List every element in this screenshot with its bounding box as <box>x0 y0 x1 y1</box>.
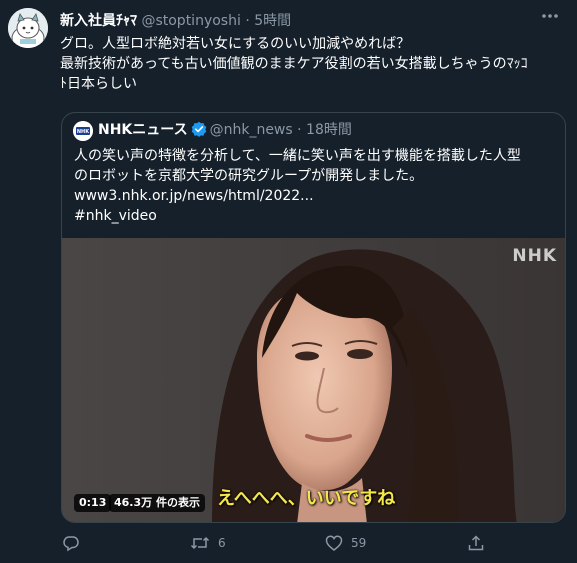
quote-handle[interactable]: @nhk_news <box>210 122 293 138</box>
retweet-icon <box>190 534 210 552</box>
video-player[interactable]: NHK 0:13 46.3万 件の表示 えへへへ、いいですね <box>62 238 565 522</box>
share-button[interactable] <box>467 534 485 552</box>
quote-avatar[interactable]: NHK <box>73 121 93 141</box>
like-count: 59 <box>351 536 367 550</box>
more-options-icon[interactable] <box>537 6 563 26</box>
svg-text:NHK: NHK <box>77 129 90 135</box>
author-avatar[interactable] <box>8 8 48 48</box>
verified-badge-icon <box>191 121 207 143</box>
tweet-text-line: グロ。人型ロボ絶対若い女にするのいい加減やめれば？ <box>60 36 411 52</box>
quote-text-line: のロボットを京都大学の研究グループが開発しました。 <box>74 168 424 184</box>
quote-hashtag[interactable]: #nhk_video <box>74 206 554 226</box>
tweet-text: グロ。人型ロボ絶対若い女にするのいい加減やめれば？ 最新技術があっても古い価値観… <box>60 34 565 94</box>
video-frame <box>62 238 565 522</box>
quote-text-line: 人の笑い声の特徴を分析して、一緒に笑い声を出す機能を搭載した人型 <box>74 148 521 164</box>
like-button[interactable]: 59 <box>325 534 366 552</box>
author-name[interactable]: 新入社員ﾁｬﾏ <box>60 13 137 29</box>
quoted-tweet[interactable]: NHK NHKニュース @nhk_news · 18時間 人の笑い声の特徴を分析… <box>61 112 566 523</box>
video-views-badge: 46.3万 件の表示 <box>109 494 205 512</box>
share-icon <box>467 534 485 552</box>
video-subtitle: えへへへ、いいですね <box>217 488 396 509</box>
heart-icon <box>325 534 343 552</box>
tweet-time[interactable]: 5時間 <box>254 13 291 29</box>
tweet-actions: 6 59 <box>60 534 520 556</box>
quote-header: NHKニュース @nhk_news · 18時間 <box>98 120 352 143</box>
quote-text: 人の笑い声の特徴を分析して、一緒に笑い声を出す機能を搭載した人型 のロボットを京… <box>74 146 554 226</box>
separator-dot: · <box>297 122 302 138</box>
retweet-count: 6 <box>218 536 226 550</box>
author-handle[interactable]: @stoptinyoshi <box>141 13 240 29</box>
quote-link[interactable]: www3.nhk.or.jp/news/html/2022... <box>74 186 554 206</box>
quote-time[interactable]: 18時間 <box>306 122 352 138</box>
quote-author-name[interactable]: NHKニュース <box>98 122 188 138</box>
tweet-text-line: 最新技術があっても古い価値観のままケア役割の若い女搭載しちゃうのﾏｯｺ <box>60 56 528 72</box>
nhk-watermark: NHK <box>512 246 557 266</box>
reply-button[interactable] <box>62 534 88 552</box>
retweet-button[interactable]: 6 <box>190 534 226 552</box>
separator-dot: · <box>245 13 250 29</box>
video-duration-badge: 0:13 <box>74 494 112 512</box>
tweet-header: 新入社員ﾁｬﾏ @stoptinyoshi · 5時間 <box>60 10 577 30</box>
reply-icon <box>62 534 80 552</box>
tweet-text-line: ﾄ日本らしい <box>60 76 137 92</box>
